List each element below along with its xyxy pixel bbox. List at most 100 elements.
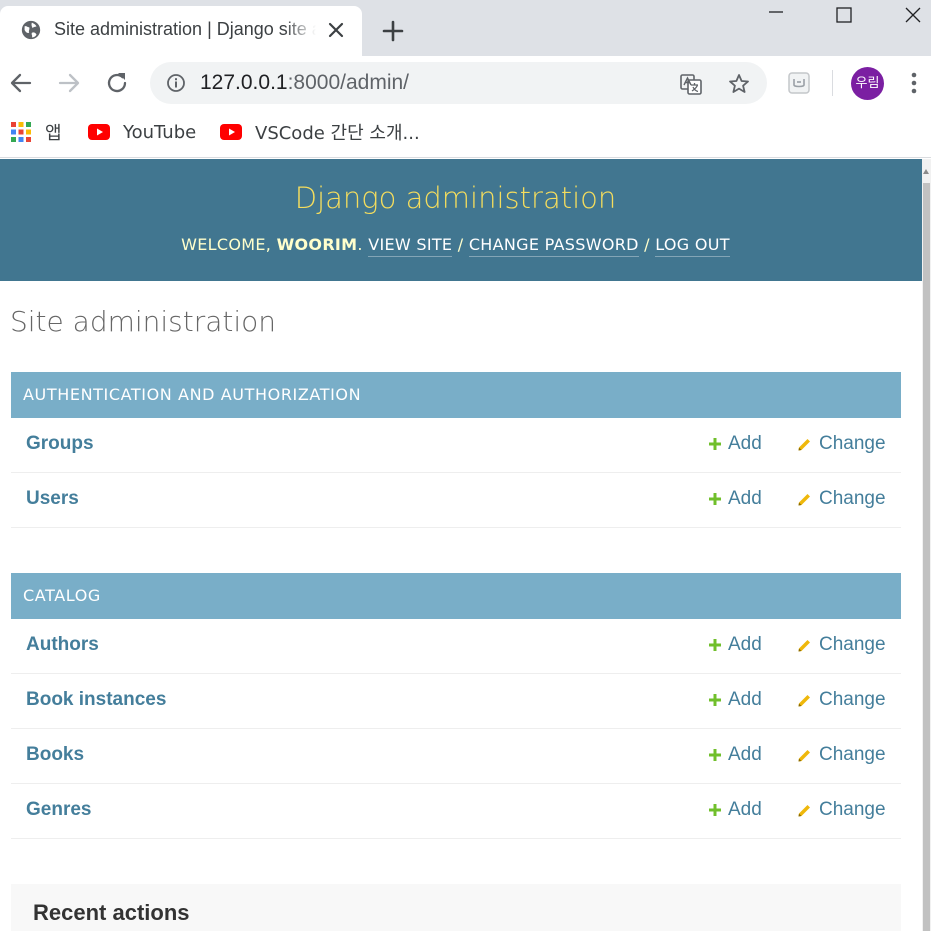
add-label: Add xyxy=(728,433,762,454)
change-label: Change xyxy=(819,488,886,509)
bookmark-youtube[interactable]: YouTube xyxy=(88,118,196,146)
add-plus-icon xyxy=(709,694,721,706)
bookmark-label: YouTube xyxy=(123,121,197,143)
username: WOORIM xyxy=(276,235,358,254)
url-path: :8000/admin/ xyxy=(287,71,410,94)
profile-avatar[interactable]: 우림 xyxy=(851,67,884,100)
welcome-period: . xyxy=(357,235,369,254)
reload-icon[interactable] xyxy=(104,70,130,96)
close-tab-icon[interactable] xyxy=(326,20,346,40)
tools-separator: / xyxy=(452,235,469,254)
recent-actions-title: Recent actions xyxy=(33,900,190,925)
add-link[interactable]: Add xyxy=(708,634,762,656)
model-row: Genres Add Change xyxy=(11,784,901,839)
site-info-icon[interactable] xyxy=(166,73,186,93)
model-link[interactable]: Book instances xyxy=(26,689,166,711)
model-row: Users Add Change xyxy=(11,473,901,528)
change-link[interactable]: Change xyxy=(796,433,886,455)
page-viewport: Django administration WELCOME, WOORIM. V… xyxy=(0,159,931,931)
add-label: Add xyxy=(728,488,762,509)
model-link[interactable]: Books xyxy=(26,744,84,766)
add-plus-icon xyxy=(709,639,721,651)
change-label: Change xyxy=(819,799,886,820)
add-label: Add xyxy=(728,744,762,765)
change-pencil-icon xyxy=(798,694,810,706)
bookmark-apps[interactable]: 앱 xyxy=(10,118,62,146)
add-link[interactable]: Add xyxy=(708,689,762,711)
user-tools: WELCOME, WOORIM. VIEW SITE / CHANGE PASS… xyxy=(0,235,911,257)
model-link[interactable]: Authors xyxy=(26,634,99,656)
model-link[interactable]: Users xyxy=(26,488,79,510)
apps-grid-icon xyxy=(11,122,31,142)
model-link[interactable]: Genres xyxy=(26,799,91,821)
change-pencil-icon xyxy=(798,438,810,450)
browser-tab[interactable]: Site administration | Django site admin xyxy=(0,6,362,56)
welcome-text: WELCOME, xyxy=(181,235,277,254)
add-plus-icon xyxy=(709,493,721,505)
model-row: Book instances Add Change xyxy=(11,674,901,729)
tab-strip: Site administration | Django site admin xyxy=(0,0,931,56)
translate-icon[interactable] xyxy=(679,72,703,96)
tools-separator: / xyxy=(638,235,656,254)
app-module: AUTHENTICATION AND AUTHORIZATION Groups Ad… xyxy=(11,372,901,528)
change-link[interactable]: Change xyxy=(796,744,886,766)
more-menu-icon[interactable] xyxy=(904,70,924,96)
add-link[interactable]: Add xyxy=(708,433,762,455)
change-label: Change xyxy=(819,433,886,454)
bookmark-label: VSCode 간단 소개... xyxy=(255,123,420,144)
change-pencil-icon xyxy=(798,493,810,505)
model-row: Authors Add Change xyxy=(11,619,901,674)
change-password-link[interactable]: CHANGE PASSWORD xyxy=(468,235,639,257)
add-label: Add xyxy=(728,689,762,710)
forward-arrow-icon[interactable] xyxy=(56,70,82,96)
new-tab-icon[interactable] xyxy=(380,18,406,44)
change-label: Change xyxy=(819,689,886,710)
add-link[interactable]: Add xyxy=(708,799,762,821)
address-bar[interactable]: 127.0.0.1:8000/admin/ xyxy=(150,62,767,104)
bookmarks-bar: 앱 YouTube VSCode 간단 소개... xyxy=(0,110,931,158)
tab-title: Site administration | Django site admin xyxy=(54,19,316,39)
minimize-icon[interactable] xyxy=(764,4,788,28)
model-row: Books Add Change xyxy=(11,729,901,784)
scrollbar-thumb[interactable] xyxy=(923,183,930,931)
page-scrollbar[interactable] xyxy=(922,159,931,931)
change-link[interactable]: Change xyxy=(796,634,886,656)
add-label: Add xyxy=(728,799,762,820)
recent-actions-module: Recent actions xyxy=(11,884,901,931)
module-caption[interactable]: AUTHENTICATION AND AUTHORIZATION xyxy=(11,372,901,418)
view-site-link[interactable]: VIEW SITE xyxy=(368,235,453,257)
change-link[interactable]: Change xyxy=(796,689,886,711)
close-window-icon[interactable] xyxy=(901,4,925,28)
add-plus-icon xyxy=(709,438,721,450)
change-pencil-icon xyxy=(798,639,810,651)
bookmark-vscode[interactable]: VSCode 간단 소개... xyxy=(220,118,420,146)
extension-icon[interactable] xyxy=(786,70,812,96)
page-title: Site administration xyxy=(10,305,277,338)
youtube-icon xyxy=(88,124,110,140)
model-link[interactable]: Groups xyxy=(26,433,94,455)
change-link[interactable]: Change xyxy=(796,488,886,510)
change-link[interactable]: Change xyxy=(796,799,886,821)
url-host: 127.0.0.1 xyxy=(200,71,288,94)
change-pencil-icon xyxy=(798,749,810,761)
site-branding[interactable]: Django administration xyxy=(0,181,911,215)
url-text: 127.0.0.1:8000/admin/ xyxy=(200,71,409,95)
log-out-link[interactable]: LOG OUT xyxy=(655,235,730,257)
add-link[interactable]: Add xyxy=(708,488,762,510)
globe-icon xyxy=(21,20,41,40)
change-label: Change xyxy=(819,744,886,765)
bookmark-star-icon[interactable] xyxy=(727,72,751,96)
back-arrow-icon[interactable] xyxy=(8,70,34,96)
add-plus-icon xyxy=(709,804,721,816)
model-row: Groups Add Change xyxy=(11,418,901,473)
scroll-up-arrow-icon[interactable] xyxy=(923,169,929,174)
add-label: Add xyxy=(728,634,762,655)
maximize-icon[interactable] xyxy=(832,4,856,28)
module-caption[interactable]: CATALOG xyxy=(11,573,901,619)
change-label: Change xyxy=(819,634,886,655)
add-link[interactable]: Add xyxy=(708,744,762,766)
admin-header: Django administration WELCOME, WOORIM. V… xyxy=(0,159,922,281)
app-module: CATALOG Authors Add Change Book instances Add… xyxy=(11,573,901,839)
bookmark-label: 앱 xyxy=(45,123,62,144)
youtube-icon xyxy=(220,124,242,140)
